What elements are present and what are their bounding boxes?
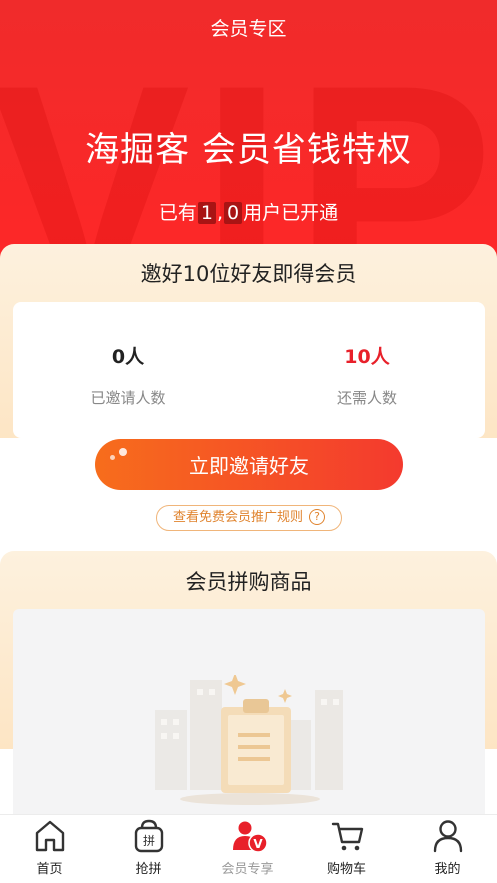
invite-title: 邀好10位好友即得会员 (140, 262, 357, 286)
page-title: 会员专区 (210, 18, 287, 40)
home-icon (35, 820, 65, 852)
invite-stats: 0人 已邀请人数 10人 还需人数 (13, 302, 485, 438)
tab-group-buy[interactable]: 拼 抢拼 (99, 815, 198, 883)
tab-home[interactable]: 首页 (0, 815, 99, 883)
count-prefix: 已有 (158, 202, 197, 224)
tab-label: 首页 (36, 862, 63, 877)
needed-stat: 10人 还需人数 (292, 342, 442, 408)
tab-vip[interactable]: V 会员专享 (198, 815, 297, 883)
invited-label: 已邀请人数 (90, 389, 166, 407)
bottom-tab-bar: 首页 拼 抢拼 V 会员专享 购物车 我的 (0, 814, 497, 883)
tab-label: 会员专享 (221, 862, 274, 877)
count-digit: 1 (197, 202, 216, 224)
tab-label: 抢拼 (135, 862, 162, 877)
goods-title: 会员拼购商品 (185, 570, 312, 594)
tab-label: 我的 (434, 862, 461, 877)
needed-label: 还需人数 (336, 389, 397, 407)
count-suffix: 用户已开通 (243, 202, 339, 224)
tab-cart[interactable]: 购物车 (297, 815, 396, 883)
member-count: 已有 1, 0 用户已开通 (0, 198, 497, 225)
promo-rules-link[interactable]: 查看免费会员推广规则? (156, 505, 342, 531)
goods-list-empty (13, 609, 485, 814)
question-icon: ? (309, 509, 325, 525)
svg-text:拼: 拼 (143, 834, 155, 848)
empty-clipboard-illustration (155, 675, 343, 805)
svg-text:V: V (253, 837, 263, 851)
sparkle-icon (110, 455, 115, 460)
profile-icon (433, 820, 463, 853)
count-separator: , (216, 202, 224, 224)
invite-friends-button[interactable]: 立即邀请好友 (95, 439, 403, 490)
sparkle-icon (119, 448, 127, 456)
tab-profile[interactable]: 我的 (398, 815, 497, 883)
cart-icon (331, 822, 364, 851)
vip-user-icon: V (233, 821, 268, 853)
needed-count: 10人 (344, 346, 390, 368)
rules-link-label: 查看免费会员推广规则 (172, 510, 303, 525)
invited-stat: 0人 已邀请人数 (53, 342, 203, 408)
count-digit: 0 (224, 202, 243, 224)
invite-button-label: 立即邀请好友 (189, 454, 309, 478)
hero-headline: 海掘客 会员省钱特权 (85, 130, 412, 170)
invited-count: 0人 (111, 346, 145, 368)
tab-label: 购物车 (326, 862, 366, 877)
group-buy-bag-icon: 拼 (134, 819, 164, 853)
